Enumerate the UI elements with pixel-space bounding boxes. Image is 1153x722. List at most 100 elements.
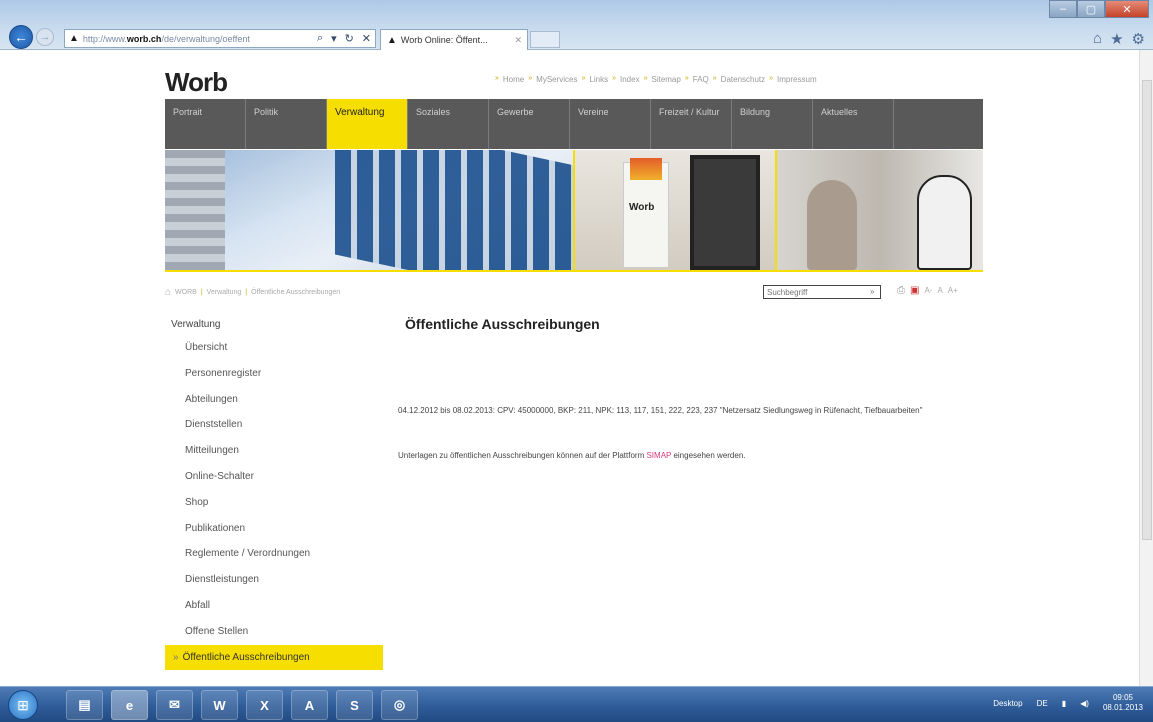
forward-button[interactable]: → (36, 28, 54, 46)
close-window-button[interactable]: ✕ (1105, 0, 1149, 18)
font-size-small[interactable]: A- (924, 286, 932, 295)
start-button[interactable]: ⊞ (8, 690, 38, 720)
top-links: » Home» MyServices» Links» Index» Sitemap» FAQ… (495, 75, 821, 84)
site-logo[interactable]: Worb (165, 67, 228, 98)
url-domain: worb.ch (126, 33, 162, 44)
sidebar-item-3[interactable]: Abteilungen (165, 387, 383, 413)
page-tools: ⎙ ▣ A- A A+ (897, 285, 958, 296)
maximize-icon: ▢ (1085, 3, 1097, 16)
top-link-links[interactable]: Links (585, 75, 612, 84)
top-link-home[interactable]: Home (499, 75, 528, 84)
taskbar-outlook[interactable]: ✉ (156, 690, 193, 720)
star-icon[interactable]: ★ (1110, 30, 1123, 48)
nav-item-portrait[interactable]: Portrait (165, 99, 246, 149)
clock[interactable]: 09:05 08.01.2013 (1103, 693, 1143, 713)
search-icon[interactable]: ⌕ (317, 32, 323, 45)
nav-item-aktuelles[interactable]: Aktuelles (813, 99, 894, 149)
address-tools: ⌕ ▾ ↻ ✕ (313, 29, 376, 48)
breadcrumb-item-verwaltung[interactable]: Verwaltung (207, 289, 242, 296)
simap-note: Unterlagen zu öffentlichen Ausschreibung… (398, 451, 746, 460)
banner-image-building (165, 150, 573, 270)
search-submit-icon[interactable]: » (870, 287, 874, 296)
print-icon[interactable]: ⎙ (897, 285, 905, 296)
tab-close-icon[interactable]: ✕ (514, 35, 522, 46)
new-tab-button[interactable] (530, 31, 560, 48)
taskbar-internet-explorer[interactable]: e (111, 690, 148, 720)
taskbar-skype[interactable]: S (336, 690, 373, 720)
clock-date: 08.01.2013 (1102, 703, 1143, 712)
url-path: /de/verwaltung/oeffent (161, 33, 250, 44)
taskbar-explorer[interactable]: ▤ (66, 690, 103, 720)
sidebar-item-6[interactable]: Online-Schalter (165, 464, 383, 490)
banner-image-office: Worb (573, 150, 775, 270)
volume-icon[interactable]: ◀) (1080, 699, 1089, 708)
site-favicon-icon: ▲ (69, 33, 79, 44)
refresh-icon[interactable]: ↻ (345, 32, 354, 45)
word-icon: W (213, 697, 226, 713)
network-icon[interactable]: ▮ (1062, 699, 1066, 708)
top-link-index[interactable]: Index (616, 75, 644, 84)
sidebar-item-5[interactable]: Mitteilungen (165, 438, 383, 464)
taskbar-access[interactable]: A (291, 690, 328, 720)
tender-entry[interactable]: 04.12.2012 bis 08.02.2013: CPV: 45000000… (398, 405, 988, 416)
nav-item-vereine[interactable]: Vereine (570, 99, 651, 149)
taskbar-lifesaver[interactable]: ◎ (381, 690, 418, 720)
scrollbar-thumb[interactable] (1142, 80, 1152, 540)
simap-note-text: Unterlagen zu öffentlichen Ausschreibung… (398, 451, 647, 460)
sidebar-item-1[interactable]: Übersicht (165, 335, 383, 361)
top-link-datenschutz[interactable]: Datenschutz (717, 75, 769, 84)
taskbar-excel[interactable]: X (246, 690, 283, 720)
nav-item-politik[interactable]: Politik (246, 99, 327, 149)
search-input[interactable] (763, 285, 881, 299)
sidebar-item-12[interactable]: Offene Stellen (165, 619, 383, 645)
sidebar-item-2[interactable]: Personenregister (165, 361, 383, 387)
banner-logo: Worb (629, 202, 655, 213)
system-tray: Desktop DE ▮ ◀) 09:05 08.01.2013 (993, 693, 1143, 713)
tab-title: Worb Online: Öffent... (400, 35, 488, 45)
browser-tab[interactable]: ▲ Worb Online: Öffent... ✕ (380, 29, 528, 50)
taskbar-apps: ▤ e ✉ W X A S ◎ (66, 690, 418, 720)
compat-icon[interactable]: ▾ (331, 32, 337, 45)
nav-item-gewerbe[interactable]: Gewerbe (489, 99, 570, 149)
sidebar-item-8[interactable]: Publikationen (165, 516, 383, 542)
sidebar-item-9[interactable]: Reglemente / Verordnungen (165, 541, 383, 567)
sidebar-item-7[interactable]: Shop (165, 490, 383, 516)
taskbar-word[interactable]: W (201, 690, 238, 720)
vertical-scrollbar[interactable] (1139, 50, 1153, 686)
sidebar-item-10[interactable]: Dienstleistungen (165, 567, 383, 593)
top-link-impressum[interactable]: Impressum (773, 75, 821, 84)
desktop-toolbar[interactable]: Desktop (993, 699, 1022, 708)
sidebar-item-4[interactable]: Dienststellen (165, 412, 383, 438)
language-indicator[interactable]: DE (1037, 699, 1048, 708)
folder-icon: ▤ (78, 697, 91, 712)
top-link-faq[interactable]: FAQ (689, 75, 713, 84)
top-link-myservices[interactable]: MyServices (532, 75, 581, 84)
nav-item-soziales[interactable]: Soziales (408, 99, 489, 149)
breadcrumb-item-home[interactable]: WORB (175, 289, 197, 296)
forward-icon: → (39, 31, 51, 43)
maximize-button[interactable]: ▢ (1077, 0, 1105, 18)
stop-icon[interactable]: ✕ (362, 32, 371, 45)
header-banner: Worb (165, 150, 983, 272)
browser-toolbar-icons: ⌂ ★ ⚙ (1093, 30, 1145, 48)
simap-link[interactable]: SIMAP (646, 451, 671, 460)
nav-item-bildung[interactable]: Bildung (732, 99, 813, 149)
skype-icon: S (350, 697, 359, 713)
sidebar-item-13[interactable]: Öffentliche Ausschreibungen (165, 644, 383, 671)
gear-icon[interactable]: ⚙ (1132, 30, 1145, 48)
pdf-icon[interactable]: ▣ (910, 285, 919, 296)
main-navigation: Portrait Politik Verwaltung Soziales Gewerbe… (165, 99, 983, 149)
back-button[interactable]: ← (9, 25, 33, 49)
home-icon[interactable]: ⌂ (1093, 30, 1102, 48)
breadcrumb-home-icon: ⌂ (165, 287, 172, 298)
font-size-normal[interactable]: A (937, 286, 942, 295)
font-size-large[interactable]: A+ (948, 286, 958, 295)
sidebar-heading[interactable]: Verwaltung (171, 319, 220, 330)
sidebar-item-11[interactable]: Abfall (165, 593, 383, 619)
banner-image-people (775, 150, 983, 270)
breadcrumb: ⌂ WORB | Verwaltung | Öffentliche Aussch… (165, 287, 341, 298)
nav-item-freizeit-kultur[interactable]: Freizeit / Kultur (651, 99, 732, 149)
top-link-sitemap[interactable]: Sitemap (647, 75, 684, 84)
minimize-button[interactable]: – (1049, 0, 1077, 18)
nav-item-verwaltung[interactable]: Verwaltung (327, 99, 408, 149)
